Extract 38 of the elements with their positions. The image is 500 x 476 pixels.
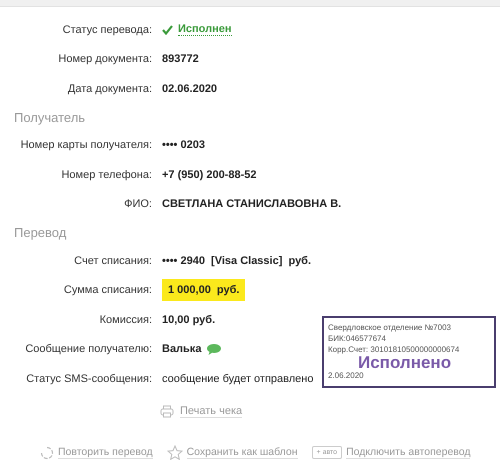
field-value: +7 (950) 200-88-52: [162, 168, 256, 181]
action-link[interactable]: Подключить автоперевод: [346, 446, 470, 459]
amount-value: 1 000,00 руб.: [162, 279, 246, 302]
star-icon: [166, 445, 183, 460]
stamp-date: 2.06.2020: [328, 370, 365, 381]
field-value: •••• 0203: [162, 139, 205, 152]
field-label: Номер документа:: [58, 53, 152, 66]
field-value: 10,00 руб.: [162, 314, 216, 326]
action-link[interactable]: Повторить перевод: [58, 446, 153, 459]
section-title: Получатель: [13, 108, 86, 127]
stamp-text: БИК:046577674: [328, 333, 387, 344]
field-value: СВЕТЛАНА СТАНИСЛАВОВНА В.: [162, 198, 342, 210]
field-value: сообщение будет отправлено: [162, 372, 314, 385]
field-label: Дата документа:: [68, 82, 152, 95]
field-label: Сумма списания:: [64, 284, 152, 296]
status-value: Исполнен: [178, 23, 232, 36]
check-icon: [162, 24, 173, 35]
chat-bubble-icon: [206, 342, 222, 356]
section-title: Перевод: [13, 224, 68, 242]
print-receipt-link[interactable]: Печать чека: [180, 405, 242, 418]
refresh-icon: [40, 446, 54, 460]
field-label: Номер телефона:: [61, 168, 152, 181]
field-label: Комиссия:: [100, 314, 152, 326]
action-link[interactable]: Сохранить как шаблон: [186, 446, 298, 459]
field-value: •••• 2940 [Visa Classic] руб.: [162, 254, 312, 267]
field-value: 893772: [162, 53, 199, 66]
field-value: Валька: [162, 343, 202, 356]
stamp-status: Исполнено: [358, 355, 452, 370]
stamp-text: Свердловское отделение №7003: [328, 322, 452, 333]
field-label: ФИО:: [124, 198, 152, 210]
field-value: 02.06.2020: [162, 82, 218, 95]
field-label: Сообщение получателю:: [25, 343, 152, 356]
field-label: Статус перевода:: [62, 24, 152, 36]
printer-icon: [160, 405, 174, 418]
field-label: Номер карты получателя:: [20, 139, 152, 152]
stamp-text: Корр.Счет: 30101810500000000674: [328, 344, 460, 355]
field-label: Статус SMS-сообщения:: [26, 372, 152, 385]
field-label: Счет списания:: [74, 254, 152, 267]
